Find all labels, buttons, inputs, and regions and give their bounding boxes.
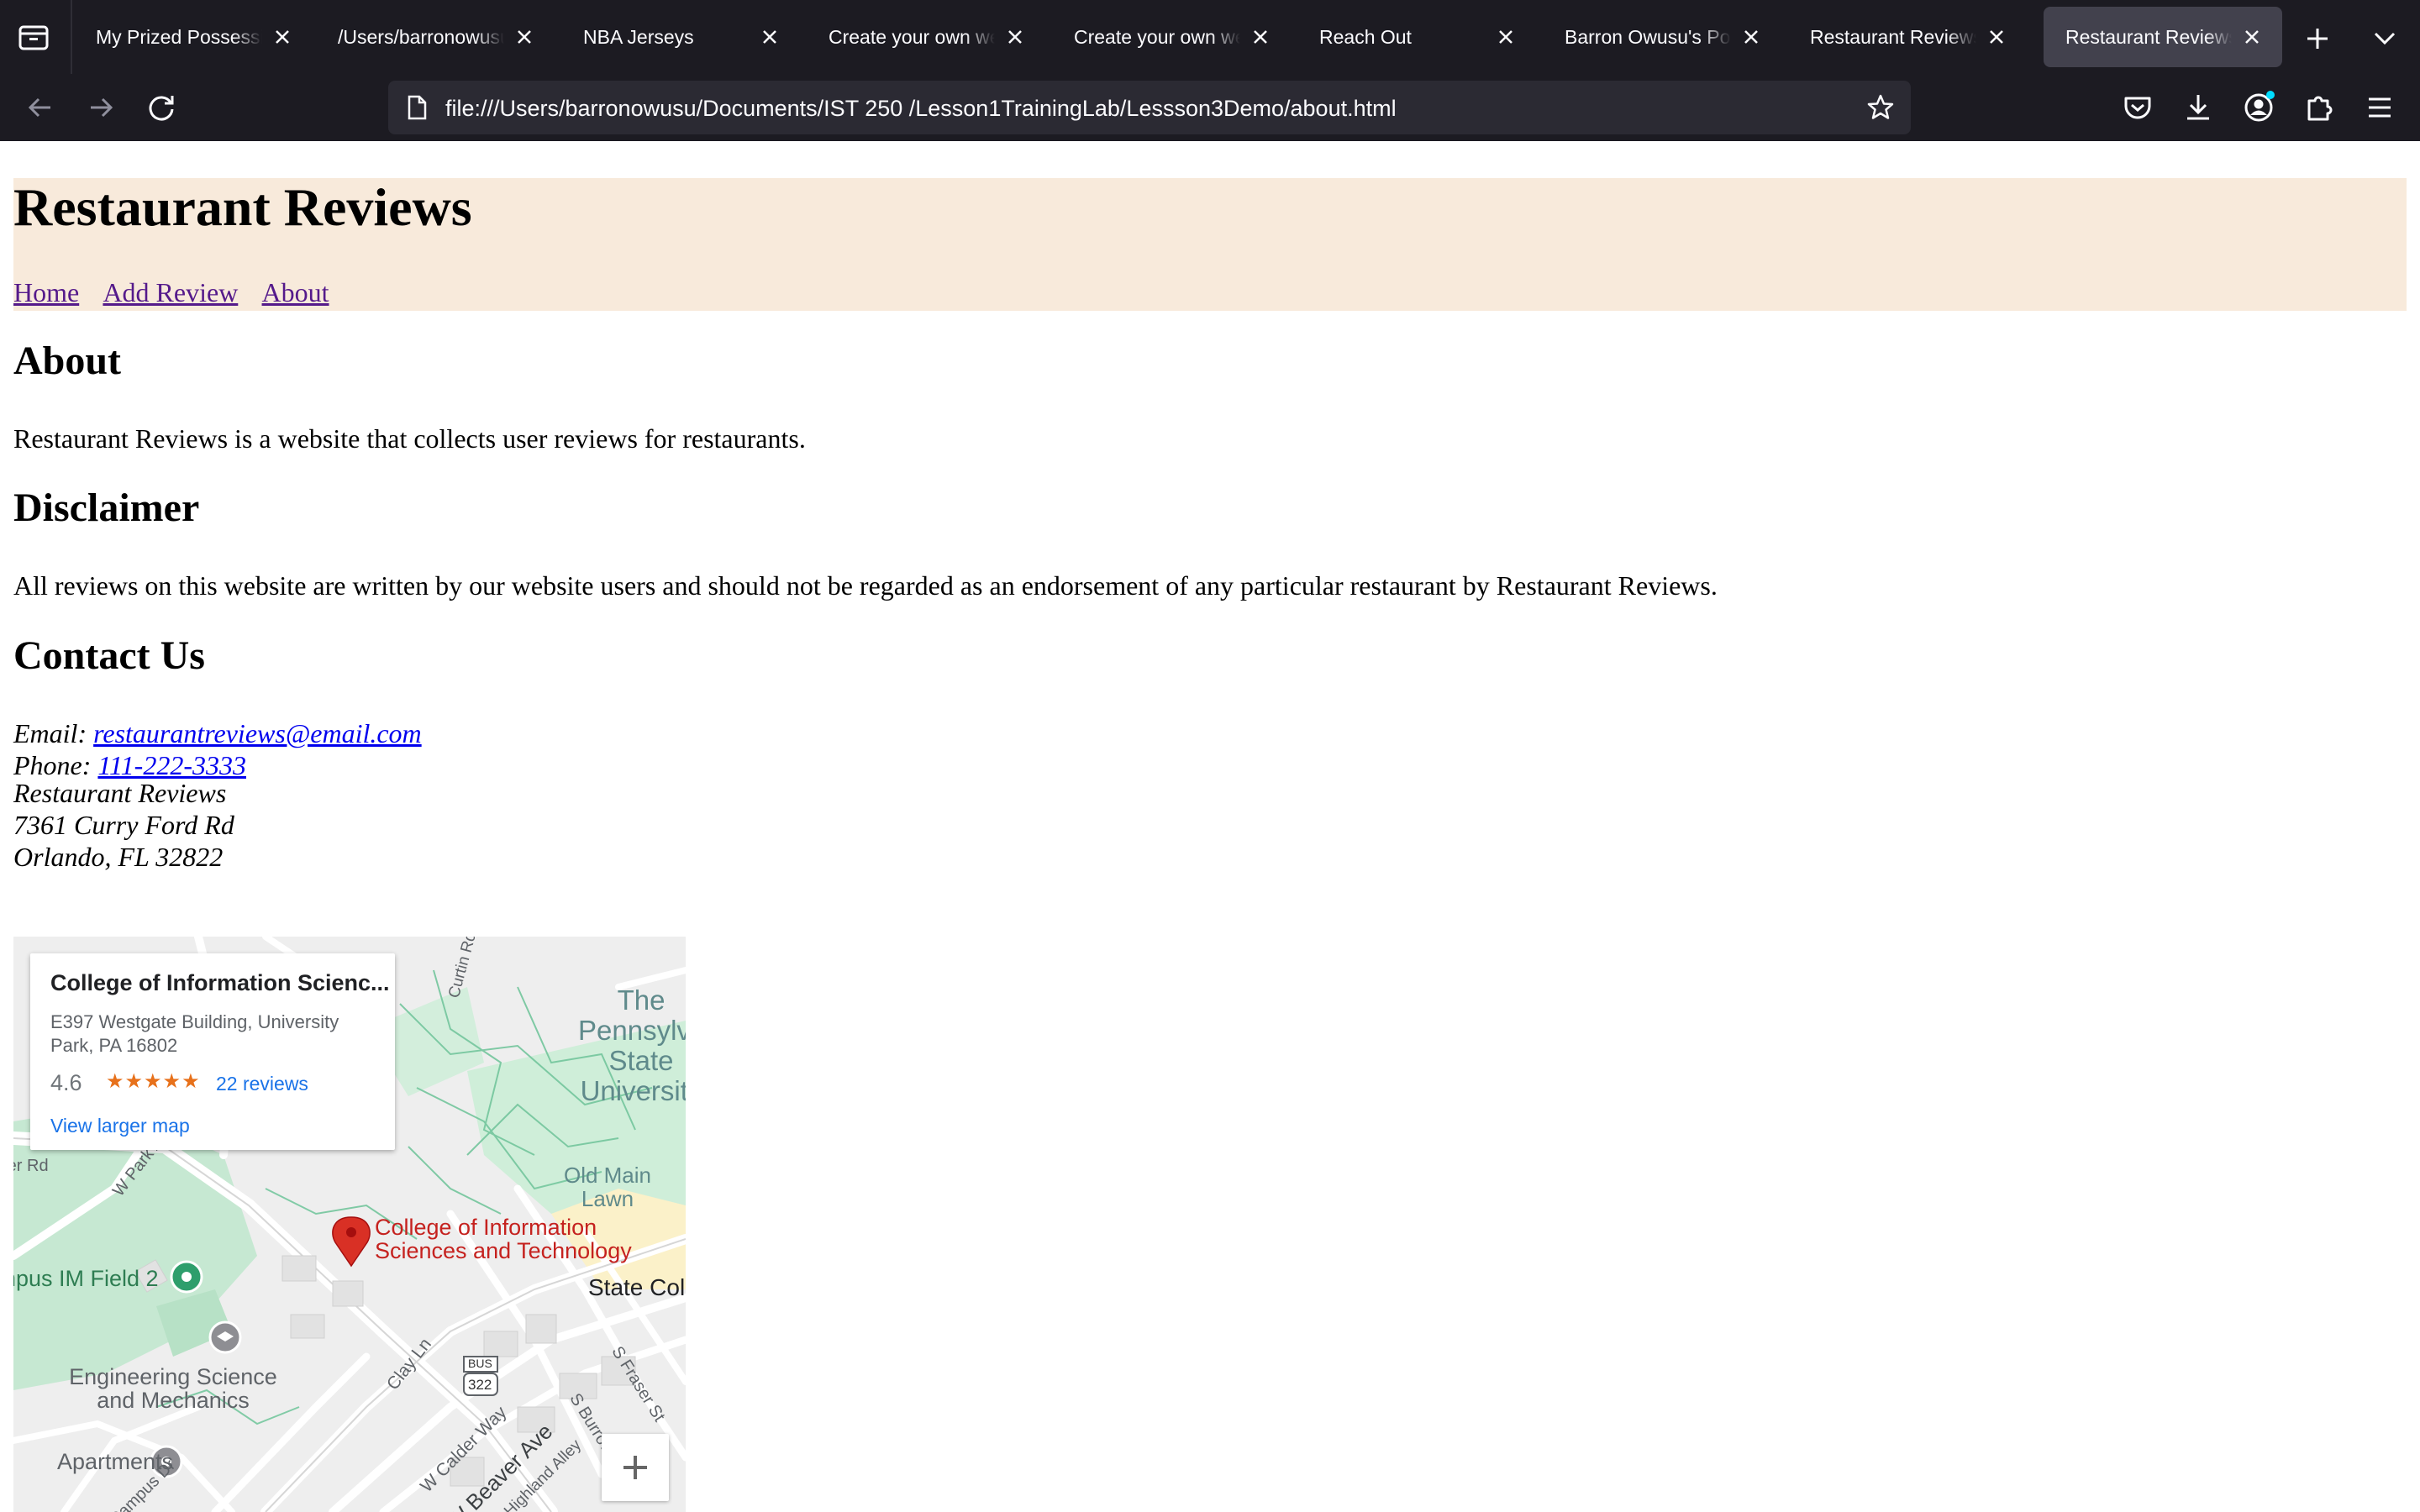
close-icon[interactable] bbox=[1491, 22, 1521, 52]
star-icon[interactable] bbox=[1865, 92, 1896, 123]
tab-bar: My Prized Possessions /Users/barronowusu… bbox=[0, 0, 2420, 74]
tab-label: Create your own website bbox=[1074, 26, 1240, 48]
bus-route-number: 322 bbox=[468, 1377, 492, 1393]
zoom-in-button[interactable] bbox=[602, 1434, 669, 1501]
tab-reach-out[interactable]: Reach Out bbox=[1297, 7, 1536, 67]
navigation-toolbar: file:///Users/barronowusu/Documents/IST … bbox=[0, 74, 2420, 141]
plus-icon bbox=[623, 1456, 647, 1479]
hamburger-menu-icon[interactable] bbox=[2361, 89, 2398, 126]
tab-create-website-1[interactable]: Create your own website bbox=[807, 7, 1045, 67]
engineering-label: Engineering Science and Mechanics bbox=[69, 1364, 277, 1413]
tab-label: Restaurant Reviews - About bbox=[2065, 26, 2232, 48]
nav-link-add-review[interactable]: Add Review bbox=[103, 277, 238, 307]
email-link[interactable]: restaurantreviews@email.com bbox=[93, 718, 422, 748]
tab-label: Barron Owusu's Portfolio bbox=[1565, 26, 1731, 48]
chevron-down-icon[interactable] bbox=[2368, 22, 2402, 55]
close-icon[interactable] bbox=[1000, 22, 1030, 52]
forward-arrow-icon[interactable] bbox=[79, 86, 123, 129]
close-icon[interactable] bbox=[1736, 22, 1766, 52]
close-icon[interactable] bbox=[1981, 22, 2012, 52]
close-icon[interactable] bbox=[755, 22, 785, 52]
site-header: Restaurant Reviews Home Add Review About bbox=[13, 177, 2407, 311]
close-icon[interactable] bbox=[1245, 22, 1276, 52]
tab-label: NBA Jerseys bbox=[583, 26, 694, 48]
bus-route-label: BUS bbox=[468, 1357, 492, 1370]
tab-label: /Users/barronowusu/Documents bbox=[338, 26, 504, 48]
tab-divider bbox=[71, 0, 72, 74]
street-label-porter: Porter Rd bbox=[13, 1157, 49, 1175]
embedded-map[interactable]: 322 BUS 322 College of Information Scien… bbox=[13, 937, 686, 1512]
tab-users-directory[interactable]: /Users/barronowusu/Documents bbox=[316, 7, 555, 67]
university-label: The Pennsylvania State University bbox=[578, 984, 686, 1106]
pocket-icon[interactable] bbox=[2119, 89, 2156, 126]
plus-icon[interactable] bbox=[2301, 22, 2334, 55]
site-nav: Home Add Review About bbox=[13, 277, 348, 308]
old-main-lawn-label: Old Main Lawn bbox=[563, 1163, 652, 1211]
place-rating: 4.6 bbox=[50, 1070, 82, 1095]
tab-portfolio[interactable]: Barron Owusu's Portfolio bbox=[1543, 7, 1781, 67]
contact-heading: Contact Us bbox=[13, 633, 205, 678]
address-line-2: 7361 Curry Ford Rd bbox=[13, 810, 234, 840]
pin-label: College of Information Sciences and Tech… bbox=[375, 1215, 632, 1263]
tabs-overview-icon[interactable] bbox=[15, 22, 52, 52]
tab-label: My Prized Possessions bbox=[96, 26, 262, 48]
disclaimer-text: All reviews on this website are written … bbox=[13, 570, 1718, 601]
tab-nba-jerseys[interactable]: NBA Jerseys bbox=[561, 7, 800, 67]
close-icon[interactable] bbox=[267, 22, 297, 52]
email-line: Email: restaurantreviews@email.com bbox=[13, 717, 422, 749]
about-heading: About bbox=[13, 339, 122, 383]
contact-info: Email: restaurantreviews@email.com Phone… bbox=[13, 717, 422, 781]
nav-link-home[interactable]: Home bbox=[13, 277, 79, 307]
tab-label: Create your own website bbox=[829, 26, 995, 48]
tab-label: Restaurant Reviews - Home bbox=[1810, 26, 1976, 48]
back-arrow-icon[interactable] bbox=[18, 86, 62, 129]
page-content: Restaurant Reviews Home Add Review About… bbox=[0, 141, 2420, 1512]
address-line-3: Orlando, FL 32822 bbox=[13, 842, 224, 872]
tab-restaurant-reviews-about[interactable]: Restaurant Reviews - About bbox=[2044, 7, 2282, 67]
phone-link[interactable]: 111-222-3333 bbox=[97, 750, 246, 780]
tab-label: Reach Out bbox=[1319, 26, 1412, 48]
star-rating-icon: ★★★★★ bbox=[106, 1070, 201, 1093]
puzzle-icon[interactable] bbox=[2301, 89, 2338, 126]
view-larger-map-link[interactable]: View larger map bbox=[50, 1115, 190, 1137]
im-field-label: Campus IM Field 2 bbox=[13, 1266, 159, 1291]
download-icon[interactable] bbox=[2180, 89, 2217, 126]
about-text: Restaurant Reviews is a website that col… bbox=[13, 423, 806, 454]
place-address: E397 Westgate Building, University Park,… bbox=[50, 1011, 339, 1056]
map-place-card: College of Information Scienc... E397 We… bbox=[30, 953, 395, 1150]
disclaimer-heading: Disclaimer bbox=[13, 486, 200, 530]
address-line-1: Restaurant Reviews bbox=[13, 778, 227, 808]
reviews-link[interactable]: 22 reviews bbox=[216, 1073, 308, 1095]
close-icon[interactable] bbox=[2237, 22, 2267, 52]
tab-restaurant-reviews-home[interactable]: Restaurant Reviews - Home bbox=[1788, 7, 2027, 67]
postal-address: Restaurant Reviews 7361 Curry Ford Rd Or… bbox=[13, 777, 234, 873]
tab-create-website-2[interactable]: Create your own website bbox=[1052, 7, 1291, 67]
place-title: College of Information Scienc... bbox=[50, 970, 390, 995]
phone-label: Phone: bbox=[13, 750, 92, 780]
site-title: Restaurant Reviews bbox=[13, 177, 472, 237]
email-label: Email: bbox=[13, 718, 87, 748]
state-college-label: State College bbox=[588, 1274, 686, 1300]
url-text[interactable]: file:///Users/barronowusu/Documents/IST … bbox=[445, 96, 1397, 122]
browser-chrome: My Prized Possessions /Users/barronowusu… bbox=[0, 0, 2420, 141]
nav-link-about[interactable]: About bbox=[262, 277, 329, 307]
file-icon[interactable] bbox=[402, 92, 432, 123]
url-bar[interactable]: file:///Users/barronowusu/Documents/IST … bbox=[388, 81, 1911, 134]
tab-my-prized-possessions[interactable]: My Prized Possessions bbox=[74, 7, 313, 67]
reload-icon[interactable] bbox=[139, 86, 183, 129]
account-icon[interactable] bbox=[2240, 89, 2277, 126]
close-icon[interactable] bbox=[509, 22, 539, 52]
